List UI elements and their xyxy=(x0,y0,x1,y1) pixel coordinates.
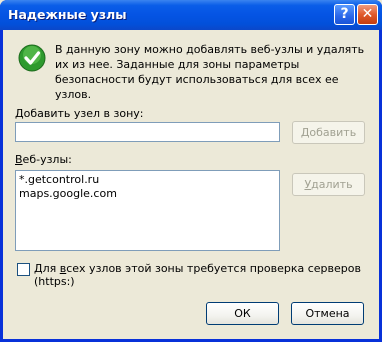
require-https-label[interactable]: Для всех узлов этой зоны требуется прове… xyxy=(34,262,379,288)
list-item[interactable]: *.getcontrol.ru xyxy=(19,173,276,187)
help-button[interactable]: ? xyxy=(334,4,355,25)
intro-text: В данную зону можно добавлять веб-узлы и… xyxy=(55,43,365,101)
add-site-input[interactable] xyxy=(15,122,280,142)
title-bar[interactable]: Надежные узлы ? ✕ xyxy=(0,0,382,30)
require-https-checkbox[interactable] xyxy=(17,263,30,276)
window-title: Надежные узлы xyxy=(8,7,127,22)
dialog-body: В данную зону можно добавлять веб-узлы и… xyxy=(3,30,379,339)
add-button[interactable]: Добавить xyxy=(292,121,365,144)
checkmark-icon xyxy=(18,44,46,72)
sites-list[interactable]: *.getcontrol.ru maps.google.com xyxy=(15,170,280,251)
ok-button[interactable]: ОК xyxy=(206,302,279,325)
add-site-label: Добавить узел в зону: xyxy=(15,107,144,120)
dialog-window: Надежные узлы ? ✕ В данную зону можно до… xyxy=(0,0,382,342)
list-item[interactable]: maps.google.com xyxy=(19,187,276,201)
remove-button[interactable]: Удалить xyxy=(292,173,365,196)
sites-label: Веб-узлы: xyxy=(15,153,72,166)
cancel-button[interactable]: Отмена xyxy=(291,302,364,325)
close-button[interactable]: ✕ xyxy=(357,4,378,25)
